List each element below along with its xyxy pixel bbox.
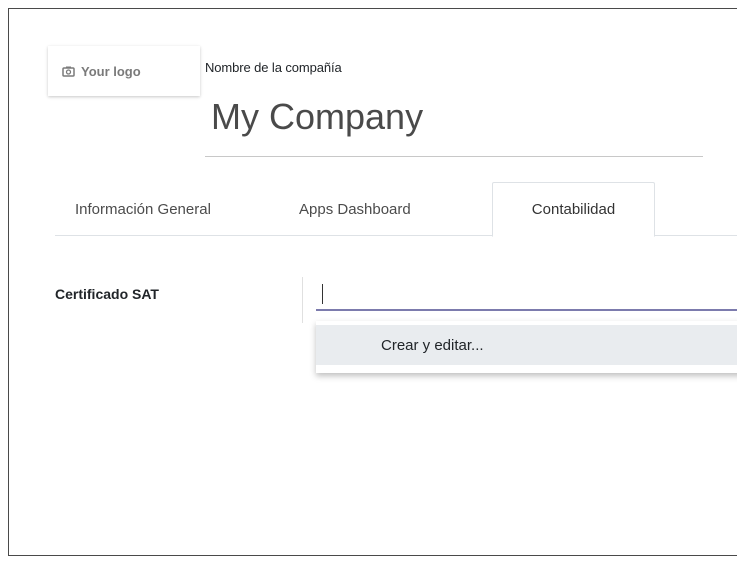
- autocomplete-dropdown: Crear y editar...: [316, 321, 737, 373]
- company-logo-upload[interactable]: Your logo: [48, 46, 200, 96]
- tab-informacion-general[interactable]: Información General: [55, 182, 290, 236]
- notebook-tabs: Información General Apps Dashboard Conta…: [55, 182, 737, 237]
- certificado-sat-input[interactable]: [316, 277, 737, 311]
- field-divider: [302, 277, 303, 323]
- logo-label: Your logo: [81, 63, 141, 79]
- tab-apps-dashboard[interactable]: Apps Dashboard: [299, 182, 479, 236]
- company-name-label: Nombre de la compañía: [205, 60, 342, 75]
- text-cursor: [322, 284, 323, 304]
- create-and-edit-option[interactable]: Crear y editar...: [316, 325, 737, 365]
- certificado-sat-label: Certificado SAT: [55, 286, 159, 302]
- form-sheet: Your logo Nombre de la compañía My Compa…: [8, 8, 737, 556]
- tab-contabilidad[interactable]: Contabilidad: [492, 182, 655, 237]
- company-name-field[interactable]: My Company: [205, 91, 703, 157]
- camera-icon: [62, 65, 75, 78]
